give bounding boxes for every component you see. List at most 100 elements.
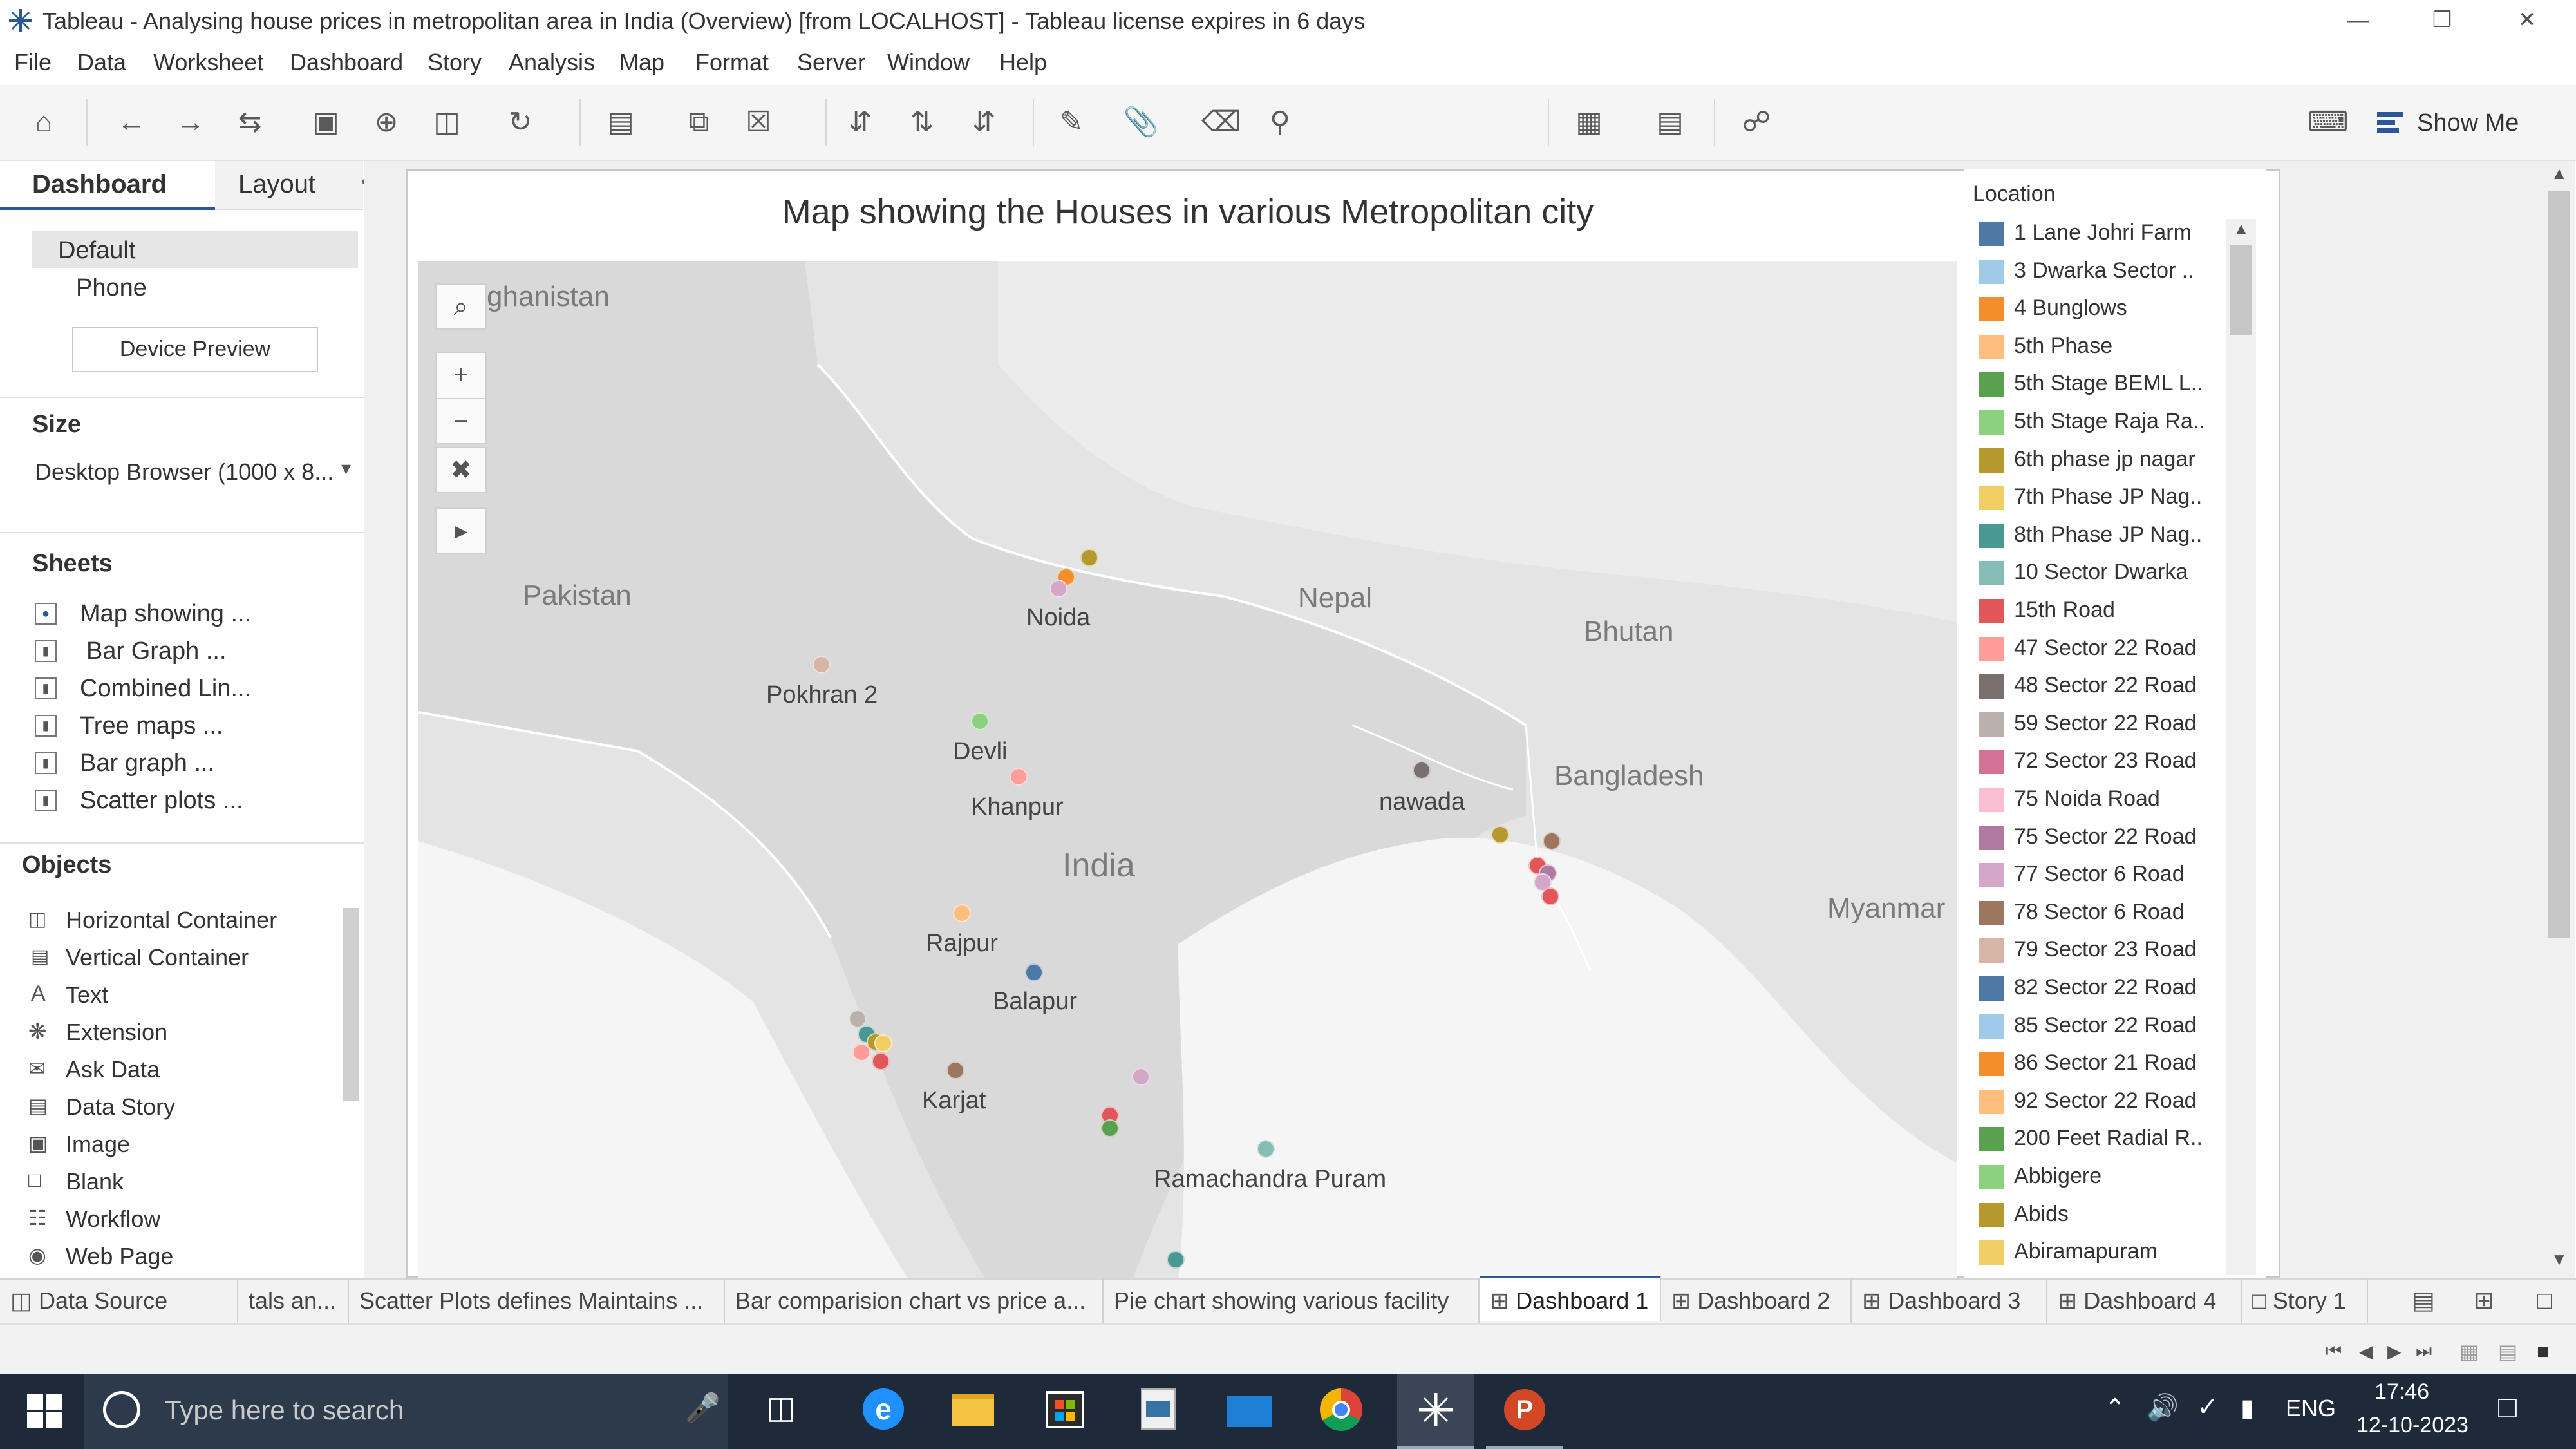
tab-dashboard-2[interactable]: ⊞ Dashboard 2 [1661, 1278, 1852, 1323]
map-point[interactable] [1491, 826, 1509, 844]
object-workflow[interactable]: ☷ Workflow [26, 1202, 348, 1238]
map-point[interactable] [1257, 1140, 1275, 1158]
menu-analysis[interactable]: Analysis [509, 49, 595, 76]
paint-format-icon[interactable]: ⌨ [2308, 104, 2349, 140]
show-hidden-icons-icon[interactable]: ⌃ [2104, 1394, 2126, 1423]
legend-item[interactable]: 6th phase jp nagar [1979, 444, 2224, 477]
tab-dashboard-4[interactable]: ⊞ Dashboard 4 [2047, 1278, 2242, 1323]
legend-item[interactable]: 3 Dwarka Sector .. [1979, 256, 2224, 288]
legend-item[interactable]: 4 Bunglows [1979, 293, 2224, 325]
scroll-up-icon[interactable]: ▲ [2233, 219, 2250, 239]
legend-item[interactable]: 85 Sector 22 Road [1979, 1010, 2224, 1043]
map-point[interactable] [1541, 887, 1559, 905]
legend-item[interactable]: 75 Sector 22 Road [1979, 822, 2224, 854]
object-ask-data[interactable]: ✉ Ask Data [26, 1052, 348, 1088]
menu-format[interactable]: Format [695, 49, 769, 76]
tab-story-1[interactable]: □ Story 1 [2242, 1278, 2368, 1323]
map-point[interactable] [813, 656, 831, 674]
next-sheet-icon[interactable]: ▶ [2387, 1341, 2402, 1362]
tab-sheet[interactable]: Scatter Plots defines Maintains ... [349, 1278, 725, 1323]
map-point[interactable] [1025, 963, 1043, 981]
tab-sheet[interactable]: tals an... [238, 1278, 349, 1323]
zoom-out-icon[interactable]: − [435, 398, 487, 444]
tab-sheet[interactable]: Pie chart showing various facility [1104, 1278, 1480, 1323]
legend-item[interactable]: 5th Stage BEML L.. [1979, 368, 2224, 401]
legend-item[interactable]: 75 Noida Road [1979, 784, 2224, 816]
menu-window[interactable]: Window [887, 49, 970, 76]
powerpoint-icon[interactable]: P [1486, 1374, 1563, 1449]
object-horizontal-container[interactable]: ◫ Horizontal Container [26, 903, 348, 939]
mail-icon[interactable] [1227, 1396, 1272, 1427]
object-extension[interactable]: ❋ Extension [26, 1015, 348, 1051]
device-default[interactable]: Default [32, 231, 358, 268]
menu-data[interactable]: Data [77, 49, 126, 76]
legend-item[interactable]: 8th Phase JP Nag.. [1979, 520, 2224, 552]
volume-icon[interactable]: 🔊 [2147, 1392, 2179, 1423]
object-web-page[interactable]: ◉ Web Page [26, 1239, 348, 1275]
edge-icon[interactable]: e [863, 1388, 904, 1430]
menu-help[interactable]: Help [999, 49, 1047, 76]
sheet-item[interactable]: ▮ Scatter plots ... [32, 783, 354, 819]
python-file-icon[interactable] [1141, 1388, 1176, 1430]
group-members-icon[interactable]: 📎 [1123, 104, 1159, 140]
legend-item[interactable]: 200 Feet Radial R.. [1979, 1123, 2224, 1155]
new-data-source-icon[interactable]: ⊕ [368, 104, 404, 140]
scroll-up-icon[interactable]: ▲ [2551, 164, 2568, 184]
menu-dashboard[interactable]: Dashboard [290, 49, 403, 76]
map-point[interactable] [852, 1043, 870, 1061]
canvas-scroll-thumb[interactable] [2548, 191, 2570, 938]
map-point[interactable] [1101, 1119, 1119, 1137]
canvas-scrollbar[interactable]: ▲ ▼ [2543, 161, 2575, 1278]
legend-item[interactable]: Abids [1979, 1199, 2224, 1231]
file-explorer-icon[interactable] [952, 1394, 994, 1426]
legend-item[interactable]: 48 Sector 22 Road [1979, 670, 2224, 703]
map-point[interactable] [1543, 832, 1561, 850]
map-point[interactable] [953, 904, 971, 922]
tab-sheet[interactable]: Bar comparision chart vs price a... [725, 1278, 1104, 1323]
show-tabs-icon[interactable]: ■ [2537, 1340, 2549, 1363]
expand-toolbar-icon[interactable]: ▸ [435, 507, 487, 554]
legend-item[interactable]: 1 Lane Johri Farm [1979, 218, 2224, 250]
legend-item[interactable]: Abbigere [1979, 1161, 2224, 1193]
pause-updates-icon[interactable]: ◫ [429, 104, 465, 140]
notifications-icon[interactable]: □ [2498, 1390, 2517, 1425]
legend-item[interactable]: 10 Sector Dwarka [1979, 557, 2224, 589]
network-icon[interactable]: ✓ [2197, 1392, 2219, 1422]
tab-layout[interactable]: Layout [215, 161, 363, 210]
device-preview-button[interactable]: Device Preview [72, 327, 318, 372]
new-story-tab-icon[interactable]: □ [2526, 1283, 2562, 1319]
undo-icon[interactable]: ← [113, 104, 149, 140]
legend-item[interactable]: 82 Sector 22 Road [1979, 972, 2224, 1005]
last-sheet-icon[interactable]: ⏭ [2416, 1341, 2432, 1362]
highlight-icon[interactable]: ✎ [1053, 104, 1089, 140]
sheet-item[interactable]: ● Map showing ... [32, 596, 354, 632]
first-sheet-icon[interactable]: ⏮ [2326, 1341, 2342, 1362]
legend-item[interactable]: 59 Sector 22 Road [1979, 708, 2224, 741]
show-me-button[interactable]: Show Me [2376, 103, 2543, 143]
sheet-item[interactable]: ▮ Tree maps ... [32, 708, 354, 744]
legend-scroll-thumb[interactable] [2230, 245, 2252, 335]
clock-time[interactable]: 17:46 [2374, 1379, 2429, 1405]
map-point[interactable] [1167, 1251, 1185, 1269]
tab-data-source[interactable]: ◫ Data Source [0, 1278, 238, 1323]
objects-scrollbar[interactable] [343, 908, 359, 1101]
show-mark-labels-icon[interactable]: ⌫ [1201, 104, 1241, 140]
map-point[interactable] [1049, 580, 1067, 598]
reset-map-icon[interactable]: ✖ [435, 447, 487, 493]
legend-item[interactable]: 77 Sector 6 Road [1979, 859, 2224, 891]
menu-server[interactable]: Server [797, 49, 865, 76]
map-point[interactable] [1413, 761, 1431, 779]
clear-sheet-icon[interactable]: ☒ [740, 104, 776, 140]
legend-item[interactable]: 86 Sector 21 Road [1979, 1048, 2224, 1080]
show-sheet-sorter-icon[interactable]: ▦ [2459, 1340, 2479, 1364]
share-icon[interactable]: ☍ [1738, 104, 1774, 140]
sort-descending-icon[interactable]: ⇵ [966, 104, 1002, 140]
fix-axes-icon[interactable]: ⚲ [1262, 104, 1298, 140]
menu-map[interactable]: Map [619, 49, 664, 76]
tab-dashboard-1[interactable]: ⊞ Dashboard 1 [1480, 1276, 1661, 1321]
legend-item[interactable]: 78 Sector 6 Road [1979, 897, 2224, 929]
replace-data-source-icon[interactable]: ⇆ [232, 104, 268, 140]
legend-item[interactable]: 92 Sector 22 Road [1979, 1086, 2224, 1118]
map-point[interactable] [872, 1052, 890, 1070]
map-point[interactable] [1010, 768, 1028, 786]
